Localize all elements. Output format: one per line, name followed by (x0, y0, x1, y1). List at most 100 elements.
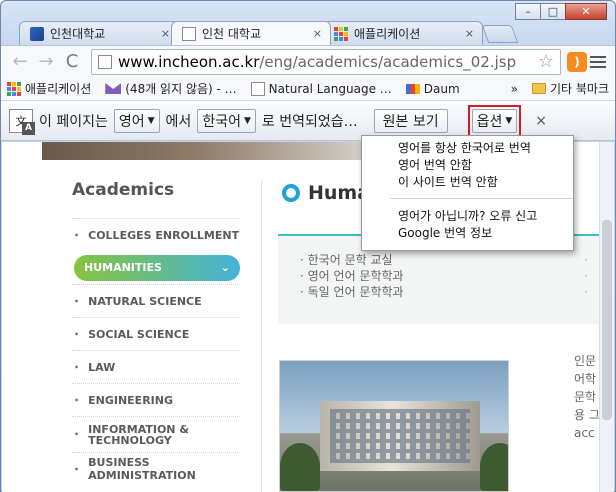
tree-shape (280, 443, 320, 491)
circle-icon (282, 184, 300, 202)
intro-line: acc (574, 426, 595, 440)
bookmark-label: 기타 북마크 (549, 82, 609, 96)
maximize-button[interactable]: □ (540, 3, 566, 20)
rss-icon[interactable]: ) (567, 51, 587, 72)
reload-button[interactable]: C (59, 49, 85, 75)
sidebar-item-natural-science[interactable]: • NATURAL SCIENCE (72, 284, 240, 317)
caret-down-icon: ▼ (243, 115, 251, 126)
bookmark-daum[interactable]: Daum (405, 81, 460, 96)
department-link[interactable]: 한국어 문학 교실 (300, 252, 404, 268)
options-button[interactable]: 옵션 ▼ (471, 108, 518, 133)
vertical-scrollbar[interactable] (599, 142, 614, 492)
menu-item-never-translate-site[interactable]: 이 사이트 번역 안함 (362, 173, 573, 190)
daum-icon (405, 83, 420, 94)
department-col2-bullet: · (584, 285, 588, 299)
sidebar-item-label: BUSINESS ADMINISTRATION (88, 456, 196, 482)
intro-line: 문학 (574, 390, 597, 404)
chevron-down-icon: ⌄ (220, 261, 230, 274)
tab-close-button[interactable]: × (161, 27, 170, 40)
sidebar-item-label: COLLEGES ENROLLMENT (88, 228, 240, 242)
section-title: Huma (282, 182, 370, 204)
minimize-button[interactable]: – (515, 3, 541, 20)
url-text[interactable]: www.incheon.ac.kr/eng/academics/academic… (118, 53, 532, 71)
options-highlight: 옵션 ▼ (467, 104, 522, 137)
department-col2-bullet: · (584, 269, 588, 283)
sidebar-item-business-administration[interactable]: • BUSINESS ADMINISTRATION (72, 452, 240, 485)
scrollbar-thumb[interactable] (602, 220, 612, 420)
menu-separator (390, 198, 573, 199)
translate-middle-text: 에서 (165, 113, 192, 130)
close-translate-bar-icon[interactable]: × (535, 113, 547, 129)
folder-icon (531, 83, 546, 94)
apps-grid-icon (334, 26, 348, 41)
sidebar-item-label: LAW (88, 360, 116, 374)
bookmark-label: Natural Language … (268, 81, 392, 96)
translate-prefix-text: 이 페이지는 (39, 113, 108, 130)
menu-item-report-error[interactable]: 영어가 아닙니까? 오류 신고 (362, 207, 573, 224)
close-window-button[interactable]: ✕ (565, 3, 607, 20)
bookmark-natural-language[interactable]: Natural Language … (250, 81, 392, 96)
sidebar-item-label: ENGINEERING (88, 393, 173, 407)
bookmarks-overflow-button[interactable]: » (511, 82, 518, 96)
intro-line: 용 그 (574, 408, 600, 422)
source-language-select[interactable]: 영어 ▼ (113, 108, 160, 133)
tree-shape (480, 443, 508, 491)
back-button[interactable]: ← (7, 49, 33, 75)
menu-item-never-translate-language[interactable]: 영어 번역 안함 (362, 156, 573, 173)
sidebar-item-colleges[interactable]: • COLLEGES ENROLLMENT (72, 218, 240, 251)
page-icon (250, 81, 265, 96)
tab-title: 인천 대학교 (202, 27, 262, 41)
bookmark-mail[interactable]: (48개 읽지 않음) - … (105, 80, 237, 97)
address-bar[interactable]: www.incheon.ac.kr/eng/academics/academic… (91, 48, 561, 75)
tab-applications[interactable]: 애플리케이션 × (323, 21, 483, 45)
department-link[interactable]: 독일 언어 문학학과 (300, 284, 404, 300)
other-bookmarks-folder[interactable]: 기타 북마크 (531, 80, 609, 97)
department-link[interactable]: 영어 언어 문학학과 (300, 268, 404, 284)
options-label: 옵션 (476, 113, 503, 130)
source-language-value: 영어 (118, 113, 145, 130)
tab-incheon-univ-2[interactable]: 인천 대학교 × (171, 21, 331, 45)
sidebar-item-label: HUMANITIES (84, 261, 162, 274)
tab-incheon-univ-1[interactable]: 인천대학교 × (19, 21, 179, 45)
tab-title: 인천대학교 (50, 27, 106, 41)
sidebar-item-engineering[interactable]: • ENGINEERING (72, 383, 240, 416)
department-col2: · · · (584, 252, 588, 300)
menu-item-about-google-translate[interactable]: Google 번역 정보 (362, 224, 573, 241)
translate-suffix-text: 로 번역되었습… (261, 113, 358, 130)
sidebar-item-label: INFORMATION & TECHNOLOGY (88, 422, 189, 447)
tab-strip: 인천대학교 × 인천 대학교 × 애플리케이션 × (1, 21, 615, 45)
browser-window: – □ ✕ 인천대학교 × 인천 대학교 × 애플리케이션 × ← → C ww… (0, 0, 616, 492)
sidebar-item-label: SOCIAL SCIENCE (88, 327, 190, 341)
site-logo-icon (30, 26, 44, 41)
menu-icon[interactable] (587, 55, 609, 68)
url-path: /eng/academics/academics_02.jsp (259, 52, 517, 71)
target-language-select[interactable]: 한국어 ▼ (197, 108, 256, 133)
tab-close-button[interactable]: × (465, 27, 474, 40)
tab-title: 애플리케이션 (354, 27, 421, 41)
target-language-value: 한국어 (202, 113, 241, 130)
sidebar-item-social-science[interactable]: • SOCIAL SCIENCE (72, 317, 240, 350)
bookmark-label: Daum (423, 81, 460, 96)
show-original-button[interactable]: 원본 보기 (373, 108, 448, 133)
page-icon (98, 54, 112, 69)
department-col2-bullet: · (584, 253, 588, 267)
menu-item-always-translate[interactable]: 영어를 항상 한국어로 번역 (362, 139, 573, 156)
intro-text-snippet: 인문 어학 문학 용 그 acc (574, 352, 600, 442)
forward-button[interactable]: → (33, 49, 59, 75)
mail-icon (105, 83, 122, 94)
star-icon[interactable]: ☆ (538, 51, 554, 72)
sidebar-item-humanities[interactable]: HUMANITIES ⌄ (72, 251, 240, 284)
sidebar-item-law[interactable]: • LAW (72, 350, 240, 383)
bookmarks-bar: 애플리케이션 (48개 읽지 않음) - … Natural Language … (1, 77, 615, 101)
tab-close-button[interactable]: × (313, 27, 322, 40)
apps-grid-icon (7, 81, 21, 96)
sidebar-item-information-technology[interactable]: • INFORMATION & TECHNOLOGY (72, 416, 240, 452)
new-tab-button[interactable] (481, 25, 519, 43)
campus-building-photo (279, 360, 509, 492)
bookmark-applications[interactable]: 애플리케이션 (7, 80, 91, 97)
bookmark-label: 애플리케이션 (25, 82, 92, 96)
toolbar: ← → C www.incheon.ac.kr/eng/academics/ac… (1, 45, 615, 77)
window-controls: – □ ✕ (515, 3, 607, 20)
translate-icon: 文A (9, 108, 35, 135)
caret-down-icon: ▼ (505, 115, 513, 126)
